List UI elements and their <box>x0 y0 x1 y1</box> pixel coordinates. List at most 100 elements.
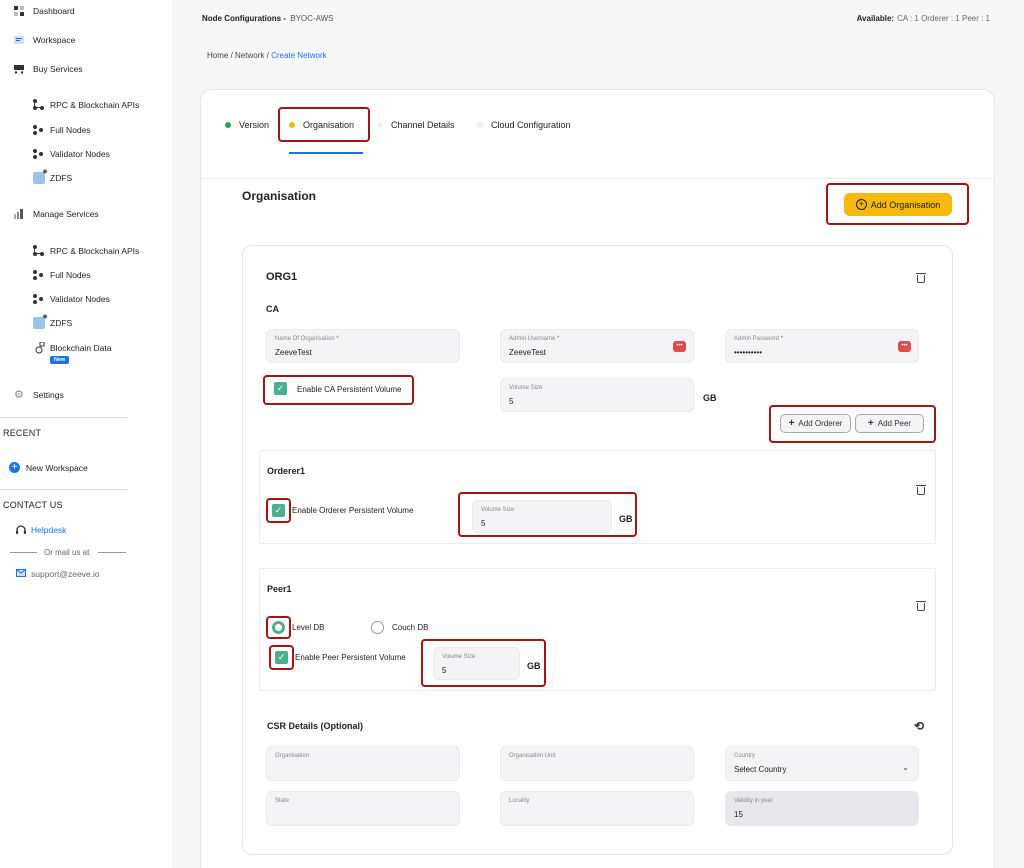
helpdesk-label: Helpdesk <box>31 525 67 535</box>
trash-icon[interactable] <box>916 600 926 611</box>
country-select[interactable]: Country Select Country ⌄ <box>725 746 919 781</box>
csr-org-unit-field[interactable]: Organisation Unit <box>500 746 694 781</box>
plus-circle-icon: + <box>9 462 20 473</box>
new-workspace-label: New Workspace <box>26 462 88 473</box>
field-label: Admin Username * <box>509 336 560 342</box>
highlight-box <box>769 405 936 443</box>
zdfs-icon <box>33 313 48 329</box>
highlight-box <box>421 639 546 687</box>
tab-channel-details[interactable]: Channel Details <box>377 120 455 130</box>
breadcrumb-network[interactable]: Network / <box>235 51 269 60</box>
nav-buy-services-label: Buy Services <box>33 64 83 74</box>
support-email-label: support@zeeve.io <box>31 569 100 579</box>
recent-title: RECENT <box>3 428 42 438</box>
manage-validator-nodes[interactable]: Validator Nodes <box>33 293 110 305</box>
buy-full-nodes[interactable]: Full Nodes <box>33 124 91 136</box>
gear-icon: ⚙ <box>14 389 24 401</box>
ca-volume-field[interactable]: Volume Size 5 <box>500 378 694 412</box>
active-tab-indicator <box>289 152 363 154</box>
orderer-persistent-label: Enable Orderer Persistent Volume <box>292 506 414 515</box>
breadcrumb: Home / Network / Create Network <box>207 51 327 60</box>
helpdesk-link[interactable]: Helpdesk <box>16 525 66 535</box>
nav-dashboard-label: Dashboard <box>33 6 75 16</box>
validity-value: 15 <box>734 810 743 819</box>
status-dot-icon <box>225 122 231 128</box>
validity-field: Validity in year 15 <box>725 791 919 826</box>
nodes-icon <box>33 124 45 136</box>
csr-locality-field[interactable]: Locality <box>500 791 694 826</box>
tab-cloud-configuration-label: Cloud Configuration <box>491 120 571 130</box>
nav-settings-label: Settings <box>33 390 64 400</box>
csr-state-field[interactable]: State <box>266 791 460 826</box>
divider <box>0 489 127 490</box>
field-label: Country <box>734 753 756 759</box>
contact-title: CONTACT US <box>3 500 63 510</box>
nav-dashboard[interactable]: Dashboard <box>14 6 75 16</box>
manage-validator-label: Validator Nodes <box>50 294 110 304</box>
page-title: Node Configurations - BYOC-AWS <box>202 14 334 23</box>
orderer-heading: Orderer1 <box>267 466 306 476</box>
admin-username-value: ZeeveTest <box>509 348 546 357</box>
buy-zdfs[interactable]: ZDFS <box>33 168 73 184</box>
buy-validator-nodes[interactable]: Validator Nodes <box>33 148 110 160</box>
admin-password-value: •••••••••• <box>734 348 763 357</box>
headset-icon <box>16 525 26 535</box>
manage-zdfs[interactable]: ZDFS <box>33 313 72 329</box>
divider <box>0 417 127 418</box>
workspace-icon <box>14 35 24 45</box>
country-value: Select Country <box>734 765 787 774</box>
highlight-box <box>266 498 291 523</box>
nav-buy-services[interactable]: Buy Services <box>14 64 83 74</box>
highlight-box <box>278 107 370 142</box>
password-manager-icon[interactable]: ••• <box>898 341 911 352</box>
refresh-icon[interactable]: ⟲ <box>914 719 924 733</box>
tab-version[interactable]: Version <box>225 120 269 130</box>
status-dot-icon <box>377 122 383 128</box>
tab-cloud-configuration[interactable]: Cloud Configuration <box>477 120 571 130</box>
new-workspace-button[interactable]: + New Workspace <box>9 462 88 473</box>
buy-rpc-label: RPC & Blockchain APIs <box>50 100 140 110</box>
couch-db-radio[interactable] <box>371 621 384 634</box>
tab-channel-details-label: Channel Details <box>391 120 455 130</box>
admin-password-field[interactable]: Admin Password * •••••••••• ••• <box>725 329 919 363</box>
buy-zdfs-label: ZDFS <box>50 173 73 183</box>
manage-blockchain-label: Blockchain Data <box>50 343 112 353</box>
highlight-box <box>269 645 294 670</box>
trash-icon[interactable] <box>916 272 926 283</box>
manage-full-nodes-label: Full Nodes <box>50 270 91 280</box>
nav-manage-services[interactable]: Manage Services <box>14 209 99 219</box>
manage-blockchain-data[interactable]: Blockchain Data <box>33 341 112 354</box>
manage-full-nodes[interactable]: Full Nodes <box>33 269 91 281</box>
peer-persistent-label: Enable Peer Persistent Volume <box>295 653 406 662</box>
buy-rpc[interactable]: RPC & Blockchain APIs <box>33 99 139 111</box>
sidebar: Dashboard Workspace Buy Services RPC & B… <box>0 0 172 868</box>
admin-username-field[interactable]: Admin Username * ZeeveTest ••• <box>500 329 694 363</box>
nodes-icon <box>33 269 45 281</box>
level-db-label: Level DB <box>292 623 325 632</box>
available-value: CA : 1 Orderer : 1 Peer : 1 <box>897 14 990 23</box>
tree-icon <box>33 99 45 111</box>
buy-full-nodes-label: Full Nodes <box>50 125 91 135</box>
support-email[interactable]: support@zeeve.io <box>16 569 100 579</box>
dashboard-icon <box>14 6 24 16</box>
status-dot-icon <box>477 122 483 128</box>
divider <box>98 552 126 553</box>
csr-organisation-field[interactable]: Organisation <box>266 746 460 781</box>
manage-rpc[interactable]: RPC & Blockchain APIs <box>33 245 139 257</box>
field-label: Admin Password * <box>734 336 784 342</box>
field-label: Volume Size <box>509 385 543 391</box>
nav-settings[interactable]: ⚙ Settings <box>14 389 64 401</box>
password-manager-icon[interactable]: ••• <box>673 341 686 352</box>
trash-icon[interactable] <box>916 484 926 495</box>
breadcrumb-home[interactable]: Home / <box>207 51 233 60</box>
csr-heading: CSR Details (Optional) <box>267 721 364 731</box>
zdfs-icon <box>33 168 48 184</box>
ca-heading: CA <box>266 304 279 314</box>
highlight-box <box>266 616 291 639</box>
nav-workspace[interactable]: Workspace <box>14 35 75 45</box>
tree-icon <box>33 245 45 257</box>
org-name-field[interactable]: Name Of Organisation * ZeeveTest <box>266 329 460 363</box>
divider <box>10 552 37 553</box>
org-name-value: ZeeveTest <box>275 348 312 357</box>
nodes-icon <box>33 293 45 305</box>
